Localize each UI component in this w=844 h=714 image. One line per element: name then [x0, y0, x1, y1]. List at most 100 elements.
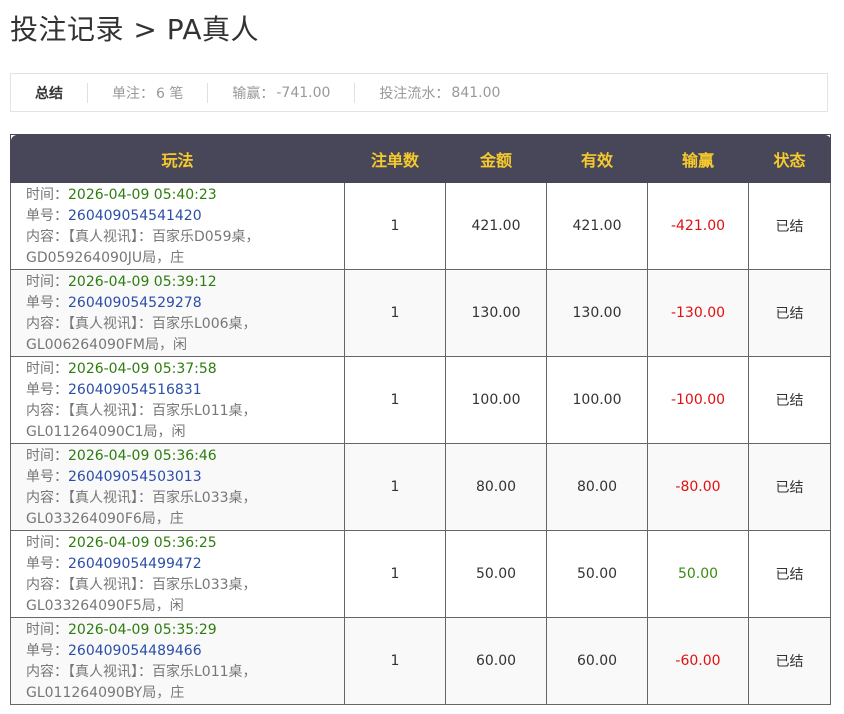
bet-detail-cell: 时间：2026-04-09 05:36:46 单号：26040905450301… [10, 443, 345, 531]
bet-records-table-wrap: 玩法 注单数 金额 有效 输赢 状态 时间：2026-04-09 05:40:2… [10, 134, 831, 705]
winloss-amount: -60.00 [647, 617, 749, 705]
order-number-link[interactable]: 260409054541420 [68, 208, 202, 224]
bet-status: 已结 [748, 530, 831, 618]
bet-status: 已结 [748, 182, 831, 270]
column-header-amount: 金额 [445, 134, 547, 183]
bet-count: 1 [344, 443, 446, 531]
summary-bar: 总结 单注： 6 笔 输赢： -741.00 投注流水： 841.00 [10, 73, 828, 112]
order-label: 单号： [26, 469, 68, 485]
bet-amount: 421.00 [445, 182, 547, 270]
bet-content: 【真人视讯】：百家乐L011桌， [68, 664, 257, 680]
bet-status: 已结 [748, 443, 831, 531]
bet-detail-cell: 时间：2026-04-09 05:35:29 单号：26040905448946… [10, 617, 345, 705]
winloss-amount: -80.00 [647, 443, 749, 531]
bet-content: 【真人视讯】：百家乐L011桌， [68, 403, 257, 419]
bet-count: 1 [344, 182, 446, 270]
bet-amount: 130.00 [445, 269, 547, 357]
bet-time: 2026-04-09 05:40:23 [68, 187, 217, 203]
table-row: 时间：2026-04-09 05:40:23 单号：26040905454142… [10, 182, 831, 270]
winloss-amount: 50.00 [647, 530, 749, 618]
table-row: 时间：2026-04-09 05:36:46 单号：26040905450301… [10, 443, 831, 531]
bet-content-round: GL033264090F5局，闲 [26, 598, 184, 614]
valid-amount: 50.00 [546, 530, 648, 618]
winloss-amount: -421.00 [647, 182, 749, 270]
order-label: 单号： [26, 556, 68, 572]
table-row: 时间：2026-04-09 05:35:29 单号：26040905448946… [10, 617, 831, 705]
winloss-amount: -130.00 [647, 269, 749, 357]
order-label: 单号： [26, 295, 68, 311]
bet-count: 1 [344, 356, 446, 444]
summary-count-label: 单注： [112, 85, 154, 102]
column-header-status: 状态 [748, 134, 831, 183]
order-label: 单号： [26, 208, 68, 224]
order-number-link[interactable]: 260409054503013 [68, 469, 202, 485]
valid-amount: 60.00 [546, 617, 648, 705]
bet-content: 【真人视讯】：百家乐L033桌， [68, 577, 257, 593]
table-row: 时间：2026-04-09 05:36:25 单号：26040905449947… [10, 530, 831, 618]
bet-status: 已结 [748, 269, 831, 357]
bet-detail-cell: 时间：2026-04-09 05:40:23 单号：26040905454142… [10, 182, 345, 270]
order-number-link[interactable]: 260409054516831 [68, 382, 202, 398]
bet-status: 已结 [748, 617, 831, 705]
summary-turnover: 投注流水： 841.00 [354, 82, 524, 103]
content-label: 内容： [26, 229, 68, 245]
bet-amount: 80.00 [445, 443, 547, 531]
summary-turnover-label: 投注流水： [379, 85, 450, 102]
time-label: 时间： [26, 187, 68, 203]
bet-amount: 60.00 [445, 617, 547, 705]
time-label: 时间： [26, 448, 68, 464]
bet-content: 【真人视讯】：百家乐L033桌， [68, 490, 257, 506]
order-label: 单号： [26, 643, 68, 659]
time-label: 时间： [26, 361, 68, 377]
table-row: 时间：2026-04-09 05:37:58 单号：26040905451683… [10, 356, 831, 444]
content-label: 内容： [26, 664, 68, 680]
bet-content: 【真人视讯】：百家乐D059桌， [68, 229, 260, 245]
bet-amount: 100.00 [445, 356, 547, 444]
bet-time: 2026-04-09 05:37:58 [68, 361, 217, 377]
order-number-link[interactable]: 260409054489466 [68, 643, 202, 659]
bet-time: 2026-04-09 05:36:46 [68, 448, 217, 464]
bet-time: 2026-04-09 05:39:12 [68, 274, 217, 290]
table-row: 时间：2026-04-09 05:39:12 单号：26040905452927… [10, 269, 831, 357]
column-header-winloss: 输赢 [647, 134, 749, 183]
summary-winloss-label: 输赢： [232, 85, 275, 102]
bet-content-round: GL033264090F6局，庄 [26, 511, 184, 527]
time-label: 时间： [26, 274, 68, 290]
bet-content-round: GL011264090BY局，庄 [26, 685, 185, 701]
column-header-valid: 有效 [546, 134, 648, 183]
order-number-link[interactable]: 260409054529278 [68, 295, 202, 311]
valid-amount: 421.00 [546, 182, 648, 270]
bet-content: 【真人视讯】：百家乐L006桌， [68, 316, 257, 332]
bet-content-round: GL006264090FM局，闲 [26, 337, 187, 353]
content-label: 内容： [26, 577, 68, 593]
content-label: 内容： [26, 490, 68, 506]
content-label: 内容： [26, 403, 68, 419]
order-number-link[interactable]: 260409054499472 [68, 556, 202, 572]
summary-count: 单注： 6 笔 [87, 82, 207, 103]
time-label: 时间： [26, 535, 68, 551]
bet-detail-cell: 时间：2026-04-09 05:36:25 单号：26040905449947… [10, 530, 345, 618]
bet-count: 1 [344, 269, 446, 357]
bet-records-table: 玩法 注单数 金额 有效 输赢 状态 时间：2026-04-09 05:40:2… [10, 134, 831, 705]
bet-count: 1 [344, 617, 446, 705]
bet-status: 已结 [748, 356, 831, 444]
column-header-game: 玩法 [10, 134, 345, 183]
content-label: 内容： [26, 316, 68, 332]
bet-content-round: GD059264090JU局，庄 [26, 250, 185, 266]
valid-amount: 80.00 [546, 443, 648, 531]
time-label: 时间： [26, 622, 68, 638]
summary-turnover-value: 841.00 [451, 84, 501, 101]
valid-amount: 100.00 [546, 356, 648, 444]
bet-detail-cell: 时间：2026-04-09 05:37:58 单号：26040905451683… [10, 356, 345, 444]
summary-count-value: 6 笔 [156, 85, 184, 102]
summary-winloss: 输赢： -741.00 [207, 82, 354, 103]
winloss-amount: -100.00 [647, 356, 749, 444]
bet-detail-cell: 时间：2026-04-09 05:39:12 单号：26040905452927… [10, 269, 345, 357]
order-label: 单号： [26, 382, 68, 398]
valid-amount: 130.00 [546, 269, 648, 357]
bet-content-round: GL011264090C1局，闲 [26, 424, 186, 440]
bet-time: 2026-04-09 05:35:29 [68, 622, 217, 638]
bet-amount: 50.00 [445, 530, 547, 618]
summary-label: 总结 [35, 85, 63, 102]
page-title: 投注记录 > PA真人 [10, 13, 260, 46]
